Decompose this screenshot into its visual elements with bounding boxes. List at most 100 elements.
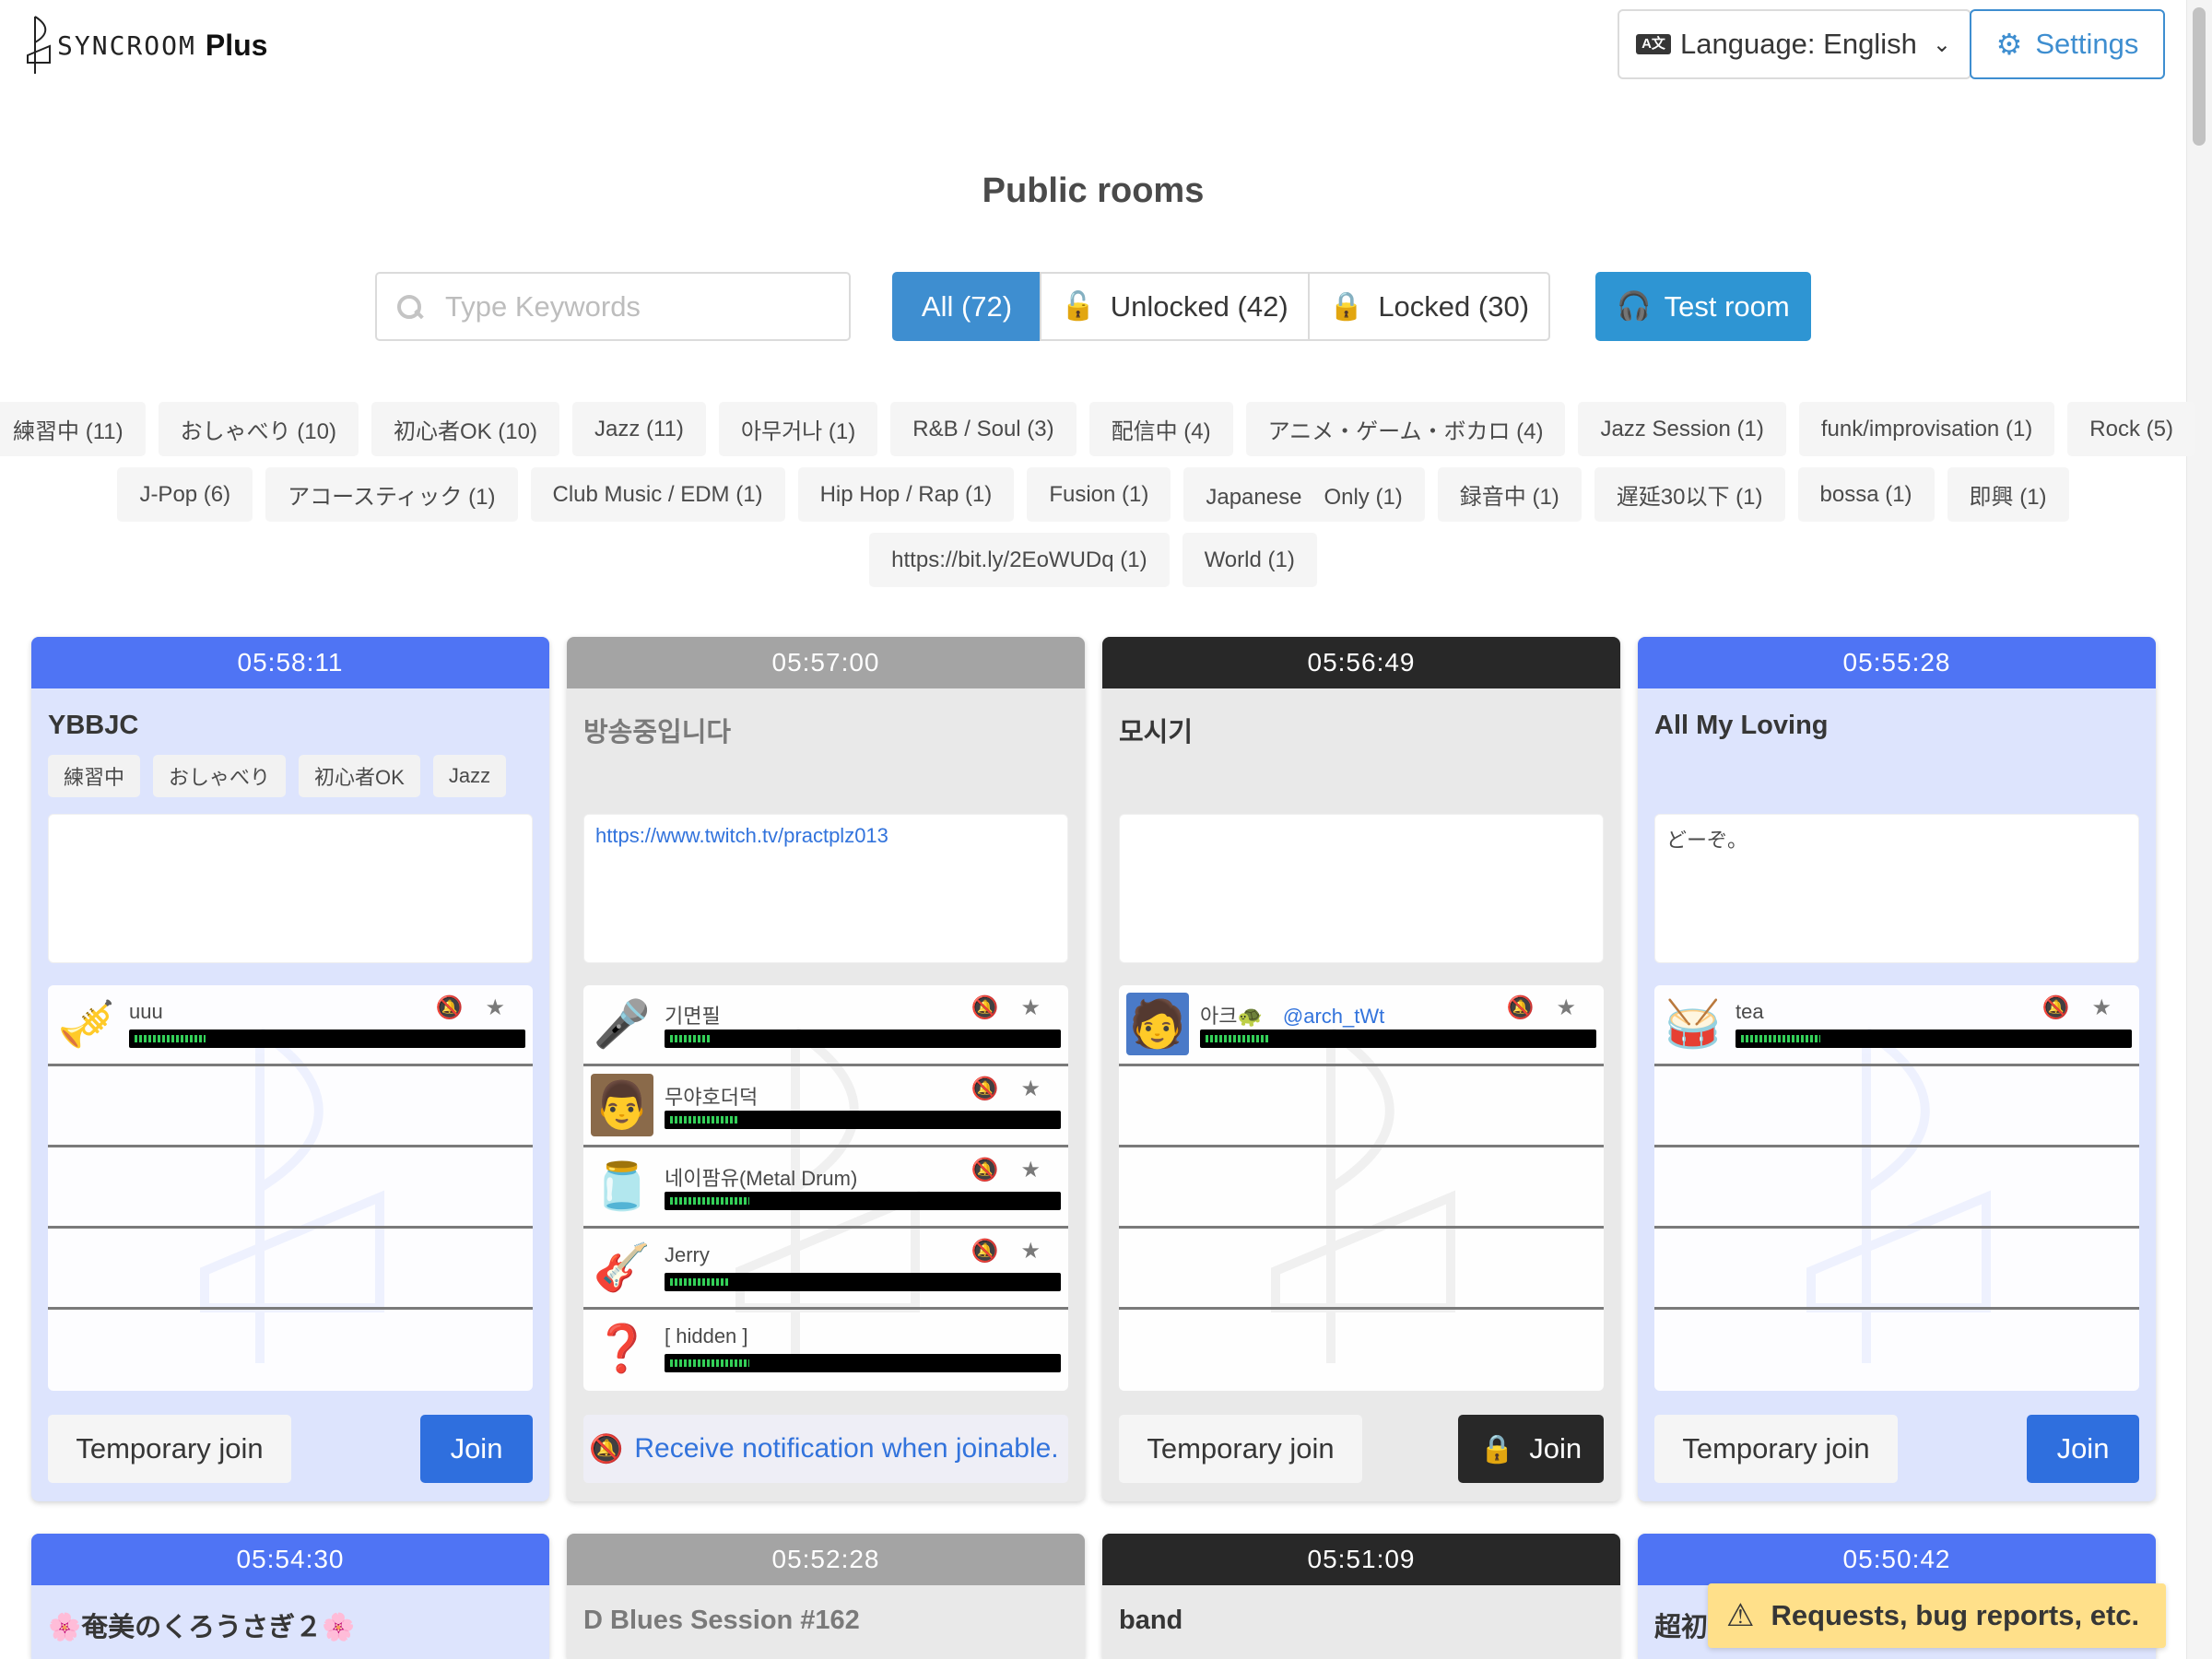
tag-filter[interactable]: https://bit.ly/2EoWUDq (1) [869,533,1170,587]
mute-notification-icon[interactable]: 🔕 [436,994,464,1021]
room-elapsed-time: 05:57:00 [567,637,1085,688]
join-button[interactable]: Join [420,1415,533,1483]
star-icon[interactable]: ★ [1020,1157,1041,1183]
tag-filter[interactable]: おしゃべり (10) [158,402,359,456]
tag-filter[interactable]: 아무거나 (1) [718,402,878,456]
photo-avatar: 👨 [591,1074,653,1136]
audio-level-meter [1200,1030,1596,1048]
room-description [48,814,533,963]
temporary-join-button[interactable]: Temporary join [1119,1415,1362,1483]
notify-when-joinable-link[interactable]: 🔕 Receive notification when joinable. [583,1415,1068,1483]
feedback-button[interactable]: ⚠ Requests, bug reports, etc. [1708,1583,2166,1648]
tag-filter[interactable]: 配信中 (4) [1088,402,1233,456]
tag-filter[interactable]: Rock (5) [2067,402,2195,456]
tag-filter[interactable]: Jazz Session (1) [1578,402,1786,456]
microphone-icon: 🎤 [593,997,652,1050]
member-row: 🎺 uuu 🔕 ★ [48,985,533,1066]
room-card: 05:58:11 YBBJC 練習中 おしゃべり 初心者OK Jazz 🎺 uu… [31,637,549,1501]
filter-locked-button[interactable]: 🔒 Locked (30) [1308,272,1550,341]
mute-notification-icon[interactable]: 🔕 [1507,994,1535,1021]
tag-filter[interactable]: 練習中 (11) [0,402,146,456]
treble-clef-logo-icon [27,16,51,74]
language-select[interactable]: A文 Language: English ⌄ [1618,9,1971,79]
tag-filter[interactable]: R&B / Soul (3) [890,402,1077,456]
tag-filter[interactable]: 遅延30以下 (1) [1594,467,1785,522]
notify-label: Receive notification when joinable. [634,1433,1059,1464]
temporary-join-button[interactable]: Temporary join [1654,1415,1898,1483]
tag-filter[interactable]: bossa (1) [1797,467,1935,522]
tag-filter[interactable]: Jazz (11) [572,402,706,456]
filter-unlocked-label: Unlocked (42) [1110,289,1288,323]
join-button[interactable]: Join [2027,1415,2139,1483]
mute-notification-icon[interactable]: 🔕 [971,1076,999,1102]
audio-level-fill [1206,1035,1269,1042]
tag-filter[interactable]: Fusion (1) [1027,467,1171,522]
trumpet-icon: 🎺 [57,997,116,1050]
member-row: 👨 무야호더덕 🔕 ★ [583,1066,1068,1147]
test-room-button[interactable]: 🎧 Test room [1595,272,1811,341]
tag-filter[interactable]: アニメ・ゲーム・ボカロ (4) [1245,402,1566,456]
member-row-empty [1654,1310,2139,1391]
audio-level-meter [665,1111,1061,1129]
search-input[interactable] [445,289,832,324]
room-tag[interactable]: 初心者OK [299,755,420,797]
tag-filter[interactable]: 即興 (1) [1947,467,2069,522]
locked-join-button[interactable]: 🔒 Join [1458,1415,1604,1483]
tag-filter[interactable]: 初心者OK (10) [371,402,559,456]
tag-filter[interactable]: funk/improvisation (1) [1798,402,2055,456]
tag-filter[interactable]: 録音中 (1) [1437,467,1582,522]
logo-text: SYNCROOM [57,29,196,61]
unlock-icon: 🔓 [1061,291,1096,322]
room-elapsed-time: 05:52:28 [567,1534,1085,1585]
tag-filter[interactable]: アコースティック (1) [265,467,518,522]
member-handle-link[interactable]: @arch_tWt [1283,1005,1384,1028]
filter-unlocked-button[interactable]: 🔓 Unlocked (42) [1040,272,1310,341]
member-row-empty [1119,1147,1604,1229]
filter-all-button[interactable]: All (72) [892,272,1041,341]
room-title: 모시기 [1119,718,1194,747]
star-icon[interactable]: ★ [2091,994,2112,1021]
lock-icon: 🔒 [1479,1433,1515,1465]
search-icon [395,293,423,321]
mute-notification-icon[interactable]: 🔕 [971,1157,999,1183]
member-row-empty [48,1229,533,1310]
star-icon[interactable]: ★ [1020,994,1041,1021]
room-elapsed-time: 05:50:42 [1638,1534,2156,1585]
room-title: 🌸奄美のくろうさぎ２🌸 [48,1613,356,1642]
member-row-empty [48,1310,533,1391]
settings-button[interactable]: ⚙ Settings [1970,9,2165,79]
tag-filter[interactable]: World (1) [1182,533,1317,587]
room-tag[interactable]: 練習中 [48,755,141,797]
member-list: 🧑 아크🐢 @arch_tWt 🔕 ★ [1119,985,1604,1391]
star-icon[interactable]: ★ [485,994,505,1021]
star-icon[interactable]: ★ [1020,1076,1041,1102]
room-tag[interactable]: おしゃべり [153,755,287,797]
audio-level-meter [1735,1030,2132,1048]
audio-level-meter [129,1030,525,1048]
tag-filter[interactable]: J-Pop (6) [117,467,253,522]
tag-filter[interactable]: Club Music / EDM (1) [530,467,785,522]
tag-filter[interactable]: Japanese Only (1) [1183,467,1425,522]
page-scrollbar[interactable] [2186,0,2212,1659]
search-box[interactable] [375,272,851,341]
room-tags [1654,755,2139,801]
gear-icon: ⚙ [1995,28,2023,61]
room-title: 방송중입니다 [583,718,732,747]
star-icon[interactable]: ★ [1556,994,1576,1021]
mute-notification-icon[interactable]: 🔕 [971,994,999,1021]
member-row-empty [1654,1229,2139,1310]
star-icon[interactable]: ★ [1020,1238,1041,1265]
member-list: 🥁 tea 🔕 ★ [1654,985,2139,1391]
tag-filter[interactable]: Hip Hop / Rap (1) [797,467,1015,522]
temporary-join-button[interactable]: Temporary join [48,1415,291,1483]
scrollbar-thumb[interactable] [2193,7,2206,146]
room-card: 05:51:09 band [1102,1534,1620,1659]
room-tag[interactable]: Jazz [432,755,507,797]
audio-level-meter [665,1354,1061,1372]
mute-notification-icon[interactable]: 🔕 [2042,994,2070,1021]
room-description [1119,814,1604,963]
app-logo[interactable]: SYNCROOM Plus [22,13,267,77]
member-row: 🎤 기면필 🔕 ★ [583,985,1068,1066]
mute-notification-icon[interactable]: 🔕 [971,1238,999,1265]
room-description-link[interactable]: https://www.twitch.tv/practplz013 [595,824,888,847]
